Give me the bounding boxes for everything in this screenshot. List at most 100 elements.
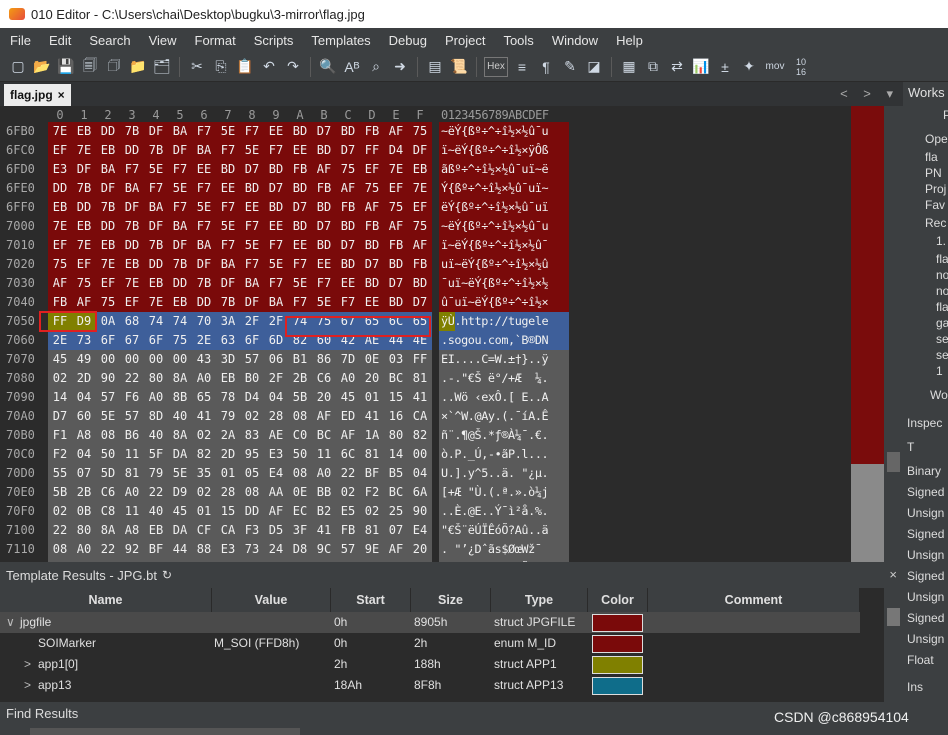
hex-byte[interactable]: 80	[72, 521, 96, 540]
hex-byte[interactable]: 63	[216, 331, 240, 350]
column-header-type[interactable]: Type	[491, 588, 588, 612]
column-header-comment[interactable]: Comment	[648, 588, 860, 612]
hex-byte[interactable]: DF	[216, 274, 240, 293]
hex-byte[interactable]: DD	[168, 274, 192, 293]
hex-byte[interactable]: 68	[120, 312, 144, 331]
workspace-item[interactable]: Wo	[930, 388, 948, 402]
workspace-item[interactable]: no	[936, 268, 948, 282]
hex-byte[interactable]: 7E	[144, 293, 168, 312]
hex-byte[interactable]: A0	[336, 369, 360, 388]
hex-byte[interactable]: BA	[144, 198, 168, 217]
workspace-item[interactable]: Signed	[907, 611, 944, 625]
workspace-item[interactable]: Float	[907, 653, 934, 667]
hex-mode-button[interactable]: Hex	[484, 56, 508, 77]
save-icon[interactable]: 💾	[56, 57, 76, 77]
hex-byte[interactable]: 02	[192, 483, 216, 502]
calculator-icon[interactable]: ▦	[619, 57, 639, 77]
hex-byte[interactable]: F7	[216, 141, 240, 160]
workspace-item[interactable]: se	[936, 332, 948, 346]
hex-byte[interactable]: 00	[168, 350, 192, 369]
hex-byte[interactable]: 35	[192, 464, 216, 483]
hex-byte[interactable]: 2F	[240, 312, 264, 331]
workspace-item[interactable]: fla	[936, 252, 948, 266]
hex-byte[interactable]: 08	[96, 426, 120, 445]
hex-byte[interactable]: DA	[168, 521, 192, 540]
menu-help[interactable]: Help	[606, 33, 651, 48]
hex-byte[interactable]: 6F	[144, 331, 168, 350]
hex-byte[interactable]: 00	[144, 350, 168, 369]
hex-byte[interactable]: 82	[408, 426, 432, 445]
undo-icon[interactable]: ↶	[259, 57, 279, 77]
hex-byte[interactable]: CA	[408, 407, 432, 426]
workspace-item[interactable]: Signed	[907, 569, 944, 583]
hex-byte[interactable]: 7B	[192, 274, 216, 293]
hex-byte[interactable]: FB	[360, 217, 384, 236]
hex-byte[interactable]: AF	[336, 426, 360, 445]
hex-byte[interactable]: 2A	[216, 426, 240, 445]
hex-byte[interactable]: AF	[384, 540, 408, 559]
ascii-text[interactable]: . "’¿Dˆãs$ØœWž¯	[439, 540, 569, 559]
expand-toggle-icon[interactable]: ∨	[6, 612, 15, 633]
find-icon[interactable]: 🔍	[318, 57, 338, 77]
hex-byte[interactable]: 75	[72, 274, 96, 293]
hex-byte[interactable]: 90	[408, 502, 432, 521]
hex-byte[interactable]: B0	[240, 369, 264, 388]
hex-byte[interactable]: 0A	[96, 312, 120, 331]
ascii-text[interactable]: ~ëÝ{ßº÷^÷î½×½û¯u	[439, 122, 569, 141]
hex-byte[interactable]: DF	[144, 122, 168, 141]
hex-byte[interactable]: BD	[336, 217, 360, 236]
hex-byte[interactable]: BD	[384, 255, 408, 274]
hex-byte[interactable]: BF	[144, 540, 168, 559]
hex-byte[interactable]: FB	[312, 179, 336, 198]
mov-button[interactable]: mov	[763, 57, 787, 77]
hex-byte[interactable]: F7	[216, 236, 240, 255]
hex-byte[interactable]: B1	[288, 350, 312, 369]
template-icon[interactable]: ▤	[425, 57, 445, 77]
hex-byte[interactable]: 5B	[288, 388, 312, 407]
hex-byte[interactable]: BD	[384, 293, 408, 312]
hex-byte[interactable]: D7	[288, 198, 312, 217]
hex-byte[interactable]: 73	[72, 331, 96, 350]
hex-byte[interactable]: C8	[96, 502, 120, 521]
hex-byte[interactable]: 7B	[144, 236, 168, 255]
hex-byte[interactable]: 75	[408, 217, 432, 236]
ascii-text[interactable]: .sogou.com,`B®DN	[439, 331, 569, 350]
workspace-item[interactable]: no	[936, 284, 948, 298]
hex-byte[interactable]: 11	[120, 502, 144, 521]
hex-byte[interactable]: FB	[336, 521, 360, 540]
hex-byte[interactable]: 0E	[288, 483, 312, 502]
ascii-text[interactable]: ñ¨.¶@Š.*ƒ®À¼¯.€.	[439, 426, 569, 445]
hex-byte[interactable]: 7B	[96, 198, 120, 217]
hex-byte[interactable]: 01	[192, 502, 216, 521]
hex-byte[interactable]: 14	[384, 445, 408, 464]
hex-byte[interactable]: D7	[360, 255, 384, 274]
workspace-item[interactable]: P	[943, 108, 948, 122]
hex-byte[interactable]: 60	[72, 407, 96, 426]
hex-byte[interactable]: C6	[312, 369, 336, 388]
expand-toggle-icon[interactable]: >	[24, 654, 31, 675]
ascii-text[interactable]: ÿÙ.http://tugele	[439, 312, 569, 331]
hex-byte[interactable]: 6C	[336, 445, 360, 464]
hex-byte[interactable]: A0	[144, 388, 168, 407]
column-header-size[interactable]: Size	[411, 588, 491, 612]
hex-byte[interactable]: 8A	[168, 369, 192, 388]
workspace-item[interactable]: Unsign	[907, 548, 944, 562]
hex-byte[interactable]: AF	[312, 160, 336, 179]
hex-byte[interactable]: BA	[168, 122, 192, 141]
column-header-value[interactable]: Value	[212, 588, 331, 612]
hex-byte[interactable]: 08	[288, 407, 312, 426]
hex-byte[interactable]: D9	[168, 483, 192, 502]
hex-byte[interactable]: 02	[360, 502, 384, 521]
hex-byte[interactable]: 49	[72, 350, 96, 369]
hex-byte[interactable]: BA	[96, 160, 120, 179]
workspace-item[interactable]: Signed	[907, 527, 944, 541]
redo-icon[interactable]: ↷	[283, 57, 303, 77]
hex-byte[interactable]: BD	[288, 217, 312, 236]
text-mode-icon[interactable]: ≡	[512, 57, 532, 77]
hex-byte[interactable]: F7	[288, 293, 312, 312]
hex-byte[interactable]: 40	[168, 407, 192, 426]
hex-byte[interactable]: 5E	[264, 255, 288, 274]
ascii-text[interactable]: ï~ëÝ{ßº÷^÷î½×½û¯	[439, 236, 569, 255]
scrollbar-thumb[interactable]	[887, 608, 900, 626]
hex-byte[interactable]: BC	[384, 483, 408, 502]
